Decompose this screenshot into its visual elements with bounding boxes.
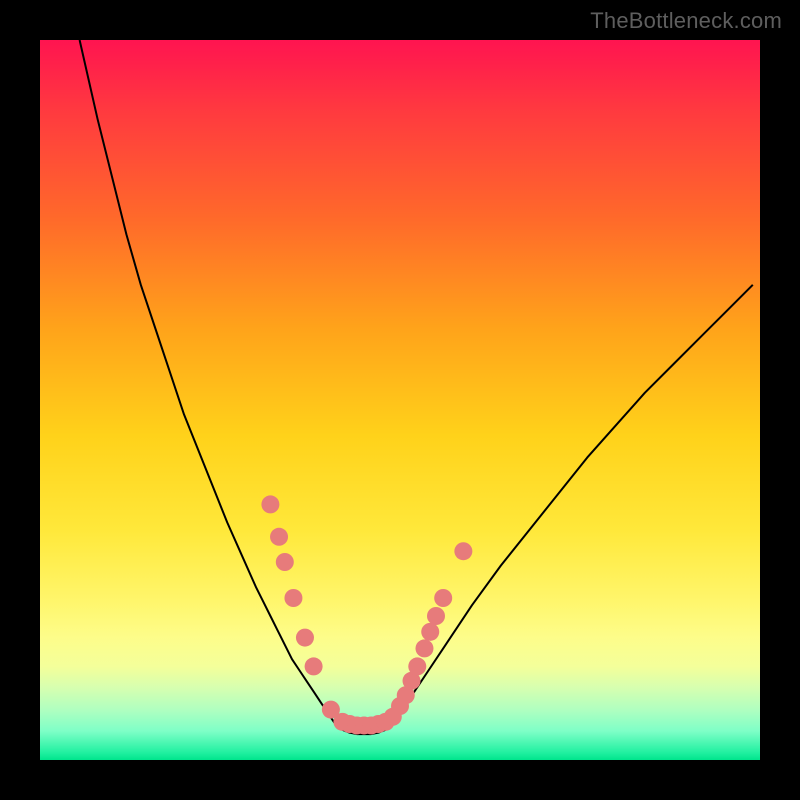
highlight-point bbox=[408, 657, 426, 675]
curve-lines bbox=[80, 40, 753, 734]
highlight-point bbox=[261, 495, 279, 513]
highlight-point bbox=[284, 589, 302, 607]
highlight-point bbox=[305, 657, 323, 675]
highlight-markers bbox=[261, 495, 472, 734]
highlight-point bbox=[427, 607, 445, 625]
highlight-point bbox=[415, 639, 433, 657]
highlight-point bbox=[296, 629, 314, 647]
highlight-point bbox=[270, 528, 288, 546]
bottleneck-curve bbox=[80, 40, 753, 734]
highlight-point bbox=[276, 553, 294, 571]
chart-frame: TheBottleneck.com bbox=[0, 0, 800, 800]
highlight-point bbox=[421, 623, 439, 641]
watermark-text: TheBottleneck.com bbox=[590, 8, 782, 34]
highlight-point bbox=[454, 542, 472, 560]
highlight-point bbox=[434, 589, 452, 607]
chart-overlay bbox=[40, 40, 760, 760]
